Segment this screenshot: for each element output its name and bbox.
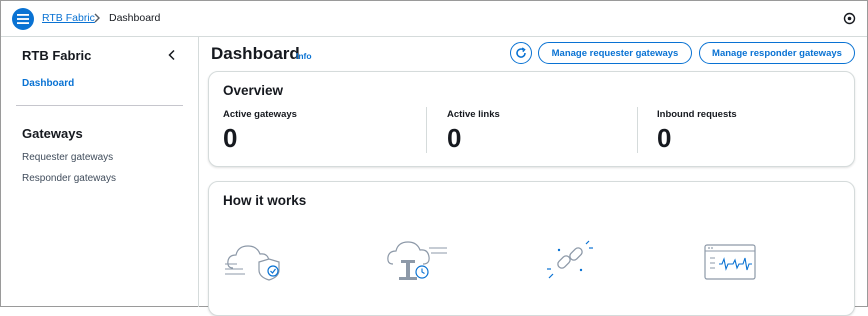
metric-divider	[637, 107, 638, 153]
sidebar-item-responder-gateways[interactable]: Responder gateways	[22, 173, 116, 184]
how-it-works-title: How it works	[223, 193, 307, 208]
how-it-works-card: How it works	[208, 181, 855, 316]
overview-card: Overview Active gateways 0 Active links …	[208, 71, 855, 167]
metric-value-inbound-requests: 0	[657, 123, 672, 153]
sidebar-divider	[16, 105, 183, 106]
link-chain-icon	[547, 240, 593, 279]
sidebar: RTB Fabric Dashboard Gateways Requester …	[1, 37, 199, 307]
chevron-right-icon	[94, 13, 100, 23]
cloud-shield-icon	[225, 245, 280, 281]
page-title: Dashboard	[211, 44, 300, 63]
hamburger-icon	[17, 14, 29, 24]
menu-button[interactable]	[12, 8, 34, 30]
chevron-left-icon[interactable]	[167, 49, 177, 61]
info-link[interactable]: Info	[296, 51, 312, 61]
sidebar-item-requester-gateways[interactable]: Requester gateways	[22, 152, 113, 163]
metric-label-active-gateways: Active gateways	[223, 109, 297, 120]
manage-requester-gateways-button[interactable]: Manage requester gateways	[538, 42, 692, 64]
browser-waveform-icon	[704, 244, 756, 280]
breadcrumb-current: Dashboard	[109, 12, 161, 24]
metric-divider	[426, 107, 427, 153]
sidebar-section-gateways: Gateways	[22, 126, 83, 141]
sidebar-title: RTB Fabric	[22, 48, 92, 63]
sidebar-item-dashboard[interactable]: Dashboard	[22, 78, 74, 89]
metric-label-active-links: Active links	[447, 109, 500, 120]
overview-title: Overview	[223, 83, 284, 98]
metric-value-active-links: 0	[447, 123, 462, 153]
breadcrumb-root-link[interactable]: RTB Fabric	[42, 12, 95, 24]
app-frame: RTB Fabric Dashboard RTB Fabric Dashboar…	[0, 0, 868, 316]
metric-value-active-gateways: 0	[223, 123, 238, 153]
manage-responder-gateways-button[interactable]: Manage responder gateways	[699, 42, 855, 64]
cloud-server-clock-icon	[387, 241, 447, 280]
top-bar: RTB Fabric Dashboard	[1, 1, 867, 37]
refresh-button[interactable]	[510, 42, 532, 64]
settings-icon[interactable]	[843, 12, 856, 25]
refresh-icon	[516, 47, 526, 58]
metric-label-inbound-requests: Inbound requests	[657, 109, 737, 120]
